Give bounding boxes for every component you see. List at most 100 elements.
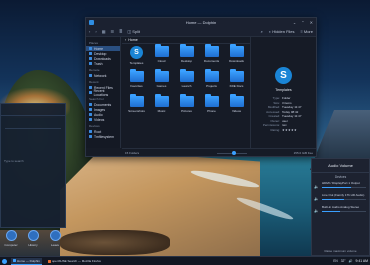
audio-device-name: Built-in Audio Analog Stereo <box>322 205 360 209</box>
sidebar-heading: Places <box>89 41 99 45</box>
file-item[interactable]: Games <box>149 69 174 93</box>
sidebar-item-tmfilesystem[interactable]: Tmfilesystem <box>86 134 120 139</box>
audio-title: Audio Volume <box>312 159 369 173</box>
recent-locations-icon <box>89 91 92 94</box>
app-folder-icon: S <box>130 46 143 59</box>
file-item[interactable]: Desktop <box>174 44 199 68</box>
status-bar: 15 Folders 155.0 GiB free <box>122 148 316 156</box>
file-item[interactable]: Downloads <box>224 44 249 68</box>
file-item-label: Phone <box>207 109 216 113</box>
sidebar-item-label: Downloads <box>94 56 111 61</box>
volume-slider[interactable] <box>322 199 366 200</box>
file-item[interactable]: Launch <box>174 69 199 93</box>
sidebar-item-label: Documents <box>94 102 112 107</box>
list-icon: ☰ <box>110 29 115 34</box>
file-item-label: Desktop <box>180 59 192 63</box>
templates-preview-icon: S <box>275 67 292 84</box>
zoom-slider[interactable] <box>217 151 247 155</box>
sidebar-heading: Devices <box>89 124 100 128</box>
window-title: Home — Dolphin <box>185 20 217 25</box>
forward-button[interactable]: › <box>95 29 96 34</box>
file-item-label: Projects <box>206 84 217 88</box>
launcher-label: History <box>28 243 38 247</box>
info-row: Rating: ★★★★★ <box>254 128 313 133</box>
file-item[interactable]: S Templates <box>124 46 149 68</box>
divider <box>5 128 61 129</box>
file-item[interactable]: Music <box>149 94 174 118</box>
icon-view-button[interactable]: ▦ <box>102 29 106 34</box>
file-item-label: Videos <box>231 109 242 113</box>
launcher-computer[interactable]: Computer <box>1 230 21 247</box>
clock[interactable]: 9:41 AM <box>356 259 368 263</box>
grid-icon: ▦ <box>101 29 106 34</box>
menu-icon: ≡ <box>300 29 303 34</box>
sidebar-item-label: Recent Locations <box>93 88 109 97</box>
volume-slider[interactable] <box>322 211 366 212</box>
file-item[interactable]: Documents <box>199 44 224 68</box>
split-button[interactable]: ◫ Split <box>127 29 140 34</box>
drive-icon <box>89 135 92 138</box>
file-item[interactable]: Favorites <box>124 69 149 93</box>
audio-icon <box>89 113 92 116</box>
application-launcher-icon[interactable] <box>2 258 7 264</box>
file-item[interactable]: KDE Docs <box>224 69 249 93</box>
task-firefox[interactable]: openSUSE Search — Mozilla Firefox <box>46 258 103 265</box>
places-sidebar: Places Home Desktop Downloads Trash Remo… <box>86 37 121 148</box>
speaker-icon: 🔈 <box>314 196 319 201</box>
back-button[interactable]: ‹ <box>89 29 90 34</box>
breadcrumb-item-home[interactable]: Home <box>128 38 138 42</box>
breadcrumb[interactable]: › Home <box>122 37 250 44</box>
firefox-task-icon <box>47 259 51 263</box>
search-hint: Type to search <box>4 159 24 163</box>
background-window-titlebar[interactable] <box>1 104 65 116</box>
background-window[interactable]: Type to search <box>0 103 66 228</box>
audio-device-row[interactable]: Line Out (Family 17h HD Audio) <box>319 192 369 204</box>
file-item[interactable]: Pictures <box>174 94 199 118</box>
system-tray: EN 32° 🔊 9:41 AM <box>333 259 368 263</box>
speaker-icon: 🔈 <box>314 184 319 189</box>
task-dolphin[interactable]: Home — Dolphin <box>11 257 42 265</box>
compact-view-button[interactable]: ☰ <box>110 29 114 34</box>
folder-icon <box>179 94 194 107</box>
close-button[interactable]: ✕ <box>310 20 313 25</box>
status-count: 15 Folders <box>125 150 140 155</box>
raise-max-volume-option[interactable]: Raise maximum volume <box>312 249 369 253</box>
more-button[interactable]: ≡ More <box>301 29 313 34</box>
audio-volume-popup: Audio Volume Devices 🔈 🔈 🔈 HDMI / Displa… <box>311 158 370 256</box>
keyboard-layout-indicator[interactable]: EN <box>333 259 337 263</box>
weather-indicator[interactable]: 32° <box>341 259 346 263</box>
file-item[interactable]: Screenshots <box>124 94 149 118</box>
file-item[interactable]: Phone <box>199 94 224 118</box>
file-manager-window[interactable]: Home — Dolphin ⌄ ⌃ ✕ ‹ › ▦ ☰ ≣ ◫ Split ⌕ … <box>85 17 317 157</box>
toolbar: ‹ › ▦ ☰ ≣ ◫ Split ⌕ ◐ Hidden Files ≡ More <box>86 27 316 37</box>
volume-level <box>322 199 344 200</box>
audio-device-name: Line Out (Family 17h HD Audio) <box>322 193 365 197</box>
zoom-slider-handle[interactable] <box>232 151 236 155</box>
file-item[interactable]: Cloud <box>149 44 174 68</box>
window-titlebar[interactable]: Home — Dolphin ⌄ ⌃ ✕ <box>86 18 316 27</box>
details-view-button[interactable]: ≣ <box>119 29 122 34</box>
more-label: More <box>303 29 313 34</box>
launcher-leave[interactable]: Leave <box>45 230 65 247</box>
file-item-label: Launch <box>181 84 192 88</box>
audio-device-row[interactable]: Built-in Audio Analog Stereo <box>319 204 369 216</box>
minimize-button[interactable]: ⌄ <box>293 20 296 25</box>
file-item[interactable]: Videos <box>224 94 249 118</box>
hidden-files-label: Hidden Files <box>272 29 295 34</box>
folder-icon <box>204 69 219 82</box>
volume-level <box>322 211 340 212</box>
task-label: Home — Dolphin <box>17 258 40 263</box>
volume-slider[interactable] <box>322 187 366 188</box>
sidebar-item-label: Audio <box>94 112 103 117</box>
tab-devices[interactable]: Devices <box>312 173 369 180</box>
volume-icon[interactable]: 🔊 <box>349 259 353 263</box>
maximize-button[interactable]: ⌃ <box>301 20 304 25</box>
launcher-history[interactable]: History <box>23 230 43 247</box>
launcher-label: Computer <box>4 243 18 247</box>
file-item[interactable]: Projects <box>199 69 224 93</box>
rating-stars[interactable]: ★★★★★ <box>282 128 297 133</box>
hidden-files-button[interactable]: ◐ Hidden Files <box>269 29 295 34</box>
search-button[interactable]: ⌕ <box>261 29 263 34</box>
sidebar-item-label: Root <box>94 129 102 134</box>
audio-device-row[interactable]: HDMI / DisplayPort 1 Output <box>319 180 369 192</box>
